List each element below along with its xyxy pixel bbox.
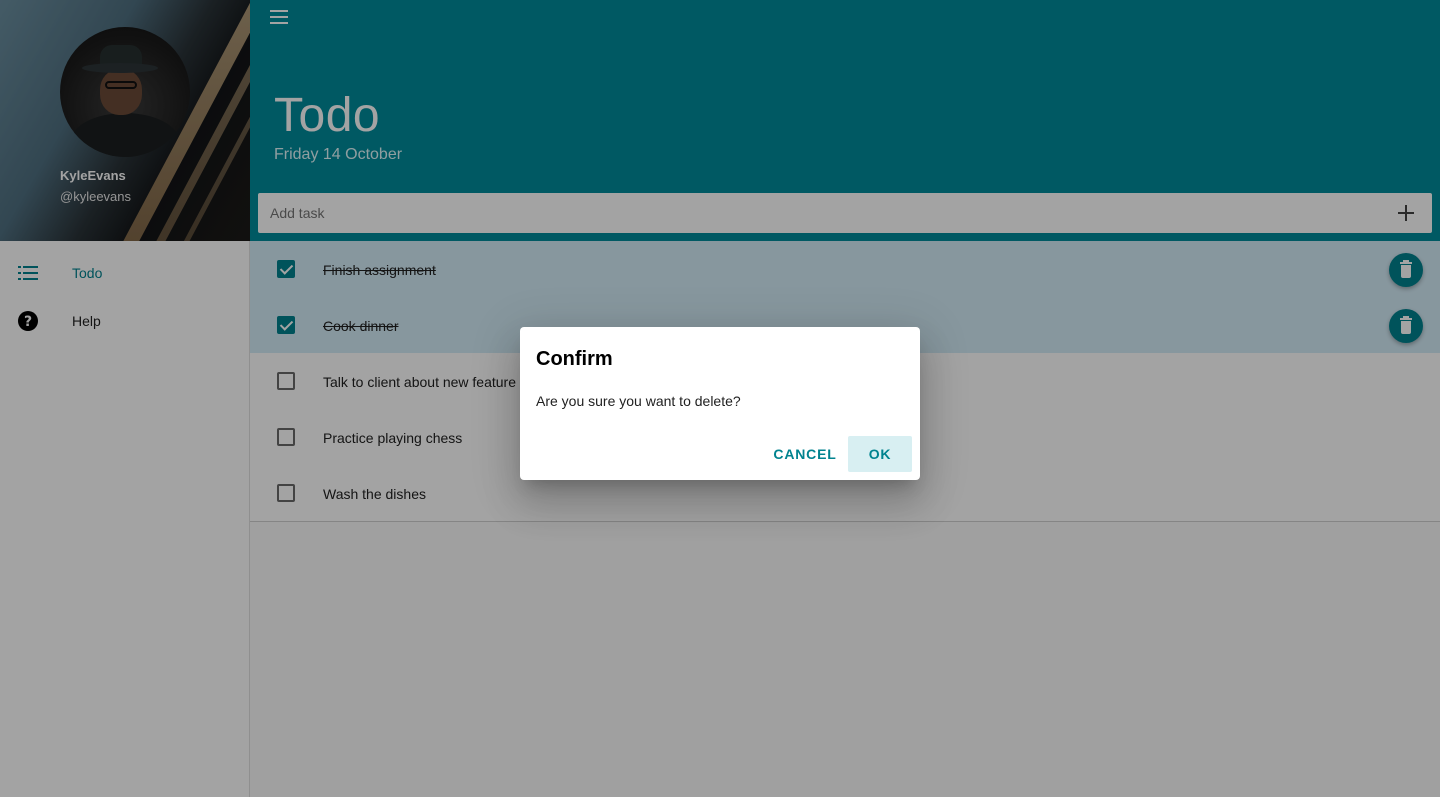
cancel-button[interactable]: CANCEL <box>771 436 839 472</box>
ok-button[interactable]: OK <box>848 436 912 472</box>
dialog-title: Confirm <box>536 348 613 370</box>
dialog-message: Are you sure you want to delete? <box>536 393 741 409</box>
confirm-dialog: Confirm Are you sure you want to delete?… <box>520 327 920 480</box>
